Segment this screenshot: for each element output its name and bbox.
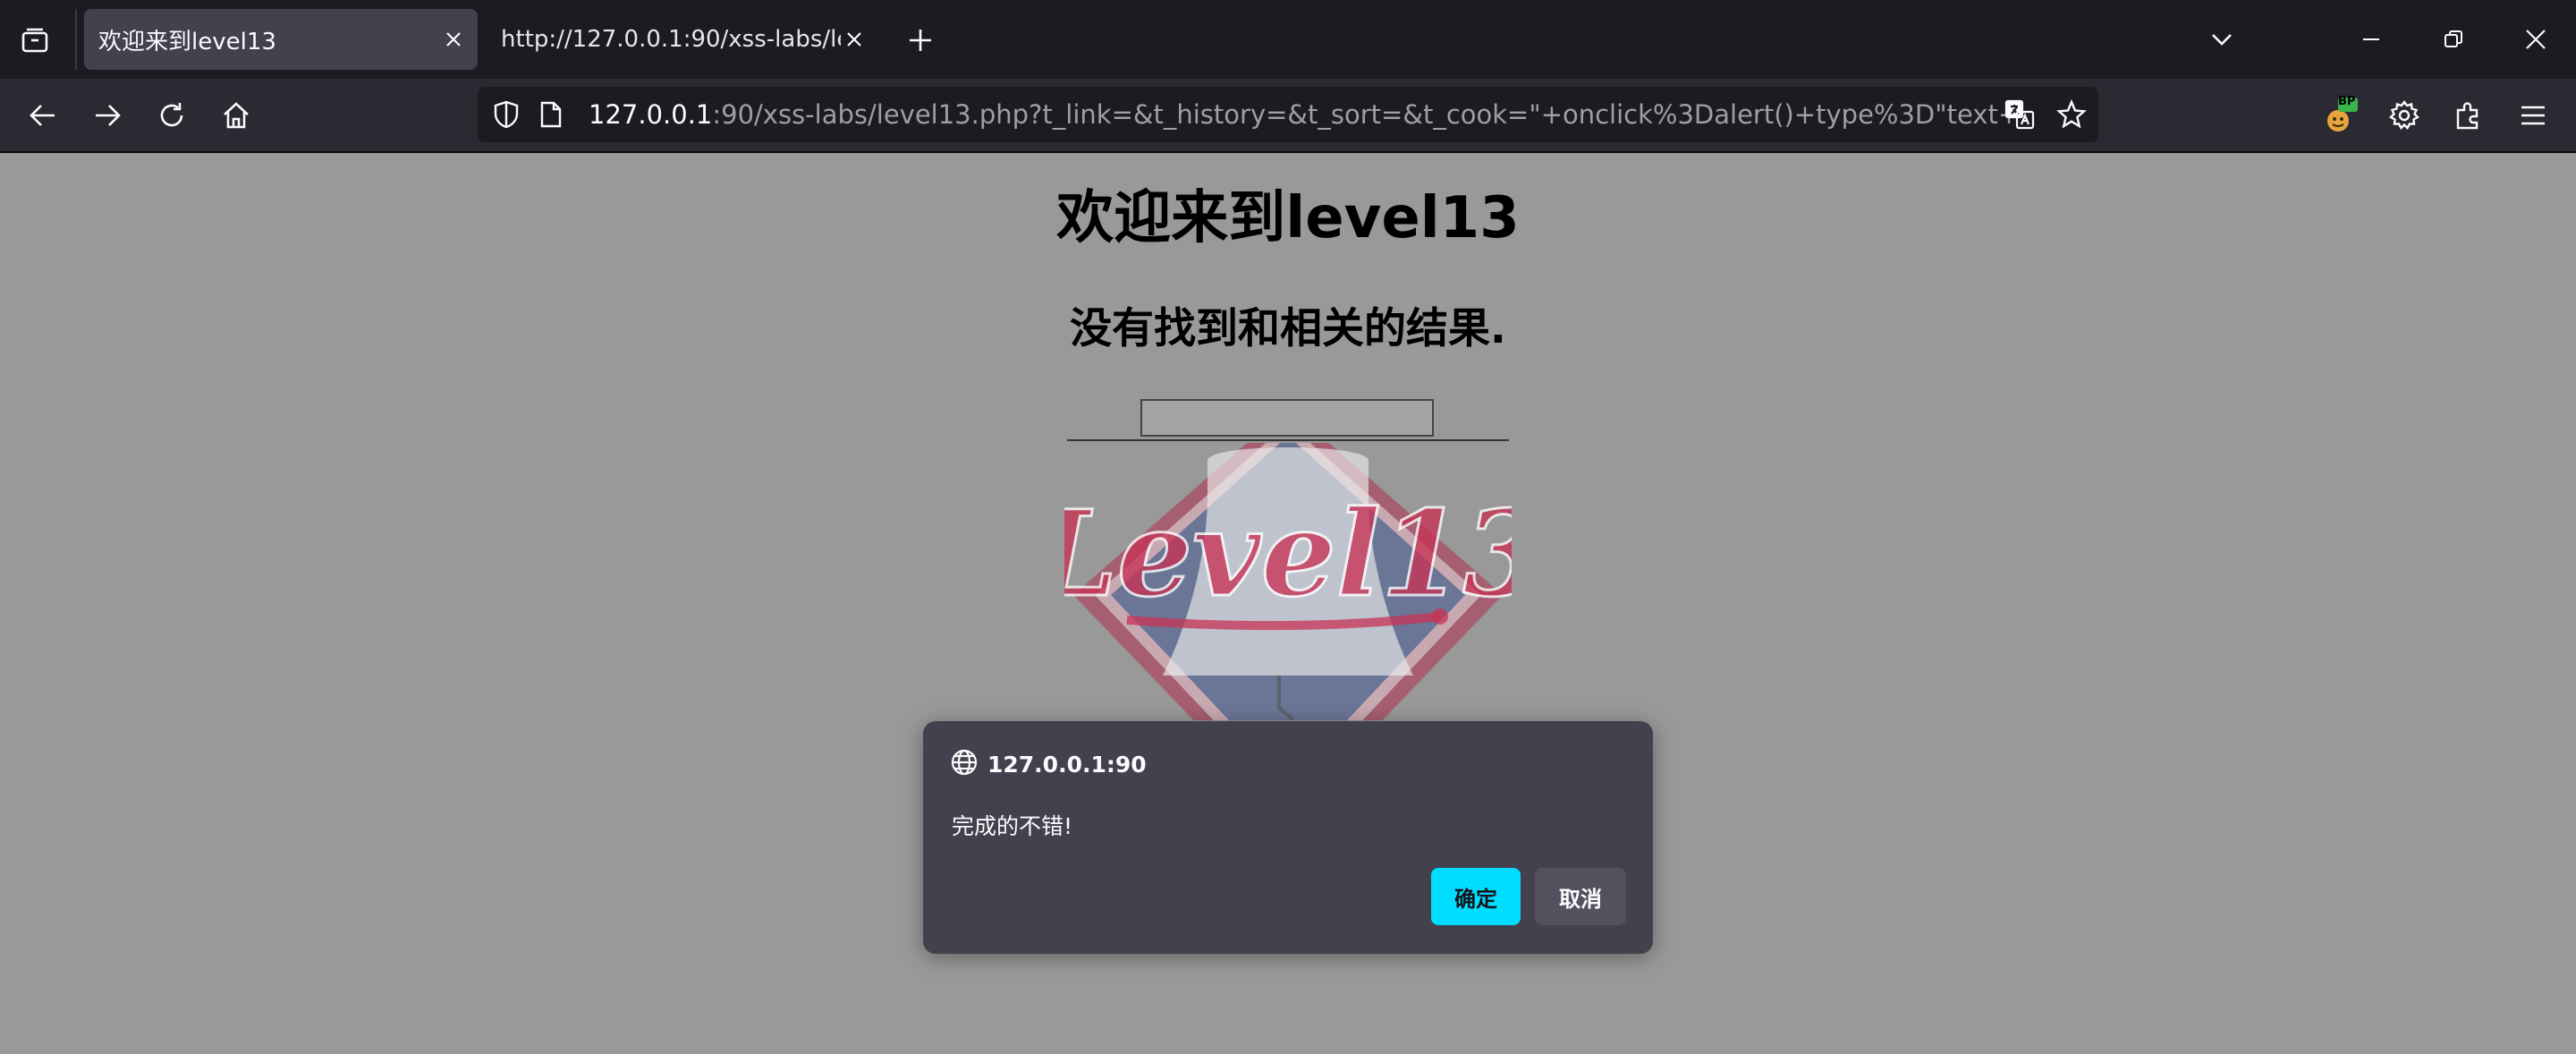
close-icon[interactable] (440, 26, 467, 53)
plus-icon[interactable] (903, 23, 937, 57)
globe-icon (950, 748, 979, 780)
puzzle-icon[interactable] (2447, 94, 2490, 137)
restore-icon[interactable] (2431, 18, 2476, 61)
url-text[interactable]: 127.0.0.1:90/xss-labs/level13.php?t_link… (589, 87, 2020, 142)
tab-strip: 欢迎来到level13 http://127.0.0.1:90/xss-labs… (0, 0, 2576, 79)
star-icon[interactable] (2054, 97, 2089, 132)
chevron-down-icon[interactable] (2204, 21, 2240, 57)
address-bar[interactable]: 127.0.0.1:90/xss-labs/level13.php?t_link… (478, 87, 2098, 142)
result-text: 没有找到和相关的结果. (1070, 304, 1506, 353)
search-input[interactable] (1140, 399, 1434, 437)
tab-separator (75, 9, 77, 70)
dialog-origin-row: 127.0.0.1:90 (950, 748, 1147, 780)
alert-dialog: 127.0.0.1:90 完成的不错! 确定 取消 (923, 721, 1653, 954)
close-icon[interactable] (841, 26, 868, 53)
gear-icon[interactable] (2383, 94, 2426, 137)
tab-title: http://127.0.0.1:90/xss-labs/level (501, 26, 841, 53)
menu-icon[interactable] (2512, 94, 2555, 137)
page-icon[interactable] (533, 97, 569, 132)
firefox-view-icon[interactable] (16, 21, 54, 59)
home-icon[interactable] (215, 94, 258, 137)
url-path: :90/xss-labs/level13.php?t_link=&t_histo… (712, 99, 2021, 130)
shield-icon[interactable] (488, 97, 524, 132)
logo-text: Level13 (1064, 485, 1512, 624)
tab-url[interactable]: http://127.0.0.1:90/xss-labs/level (488, 9, 878, 70)
extension-badge: BP (2338, 95, 2356, 108)
level-logo-image: Level13 (1064, 443, 1512, 720)
reload-icon[interactable] (150, 94, 193, 137)
ok-button[interactable]: 确定 (1431, 868, 1521, 925)
translate-icon[interactable] (2002, 97, 2038, 132)
forward-arrow-icon[interactable] (86, 94, 129, 137)
window-close-icon[interactable] (2513, 18, 2558, 61)
dialog-origin: 127.0.0.1:90 (987, 751, 1147, 778)
burp-extension-icon[interactable]: BP (2318, 94, 2361, 137)
minimize-icon[interactable] (2349, 18, 2394, 61)
navigation-toolbar: 127.0.0.1:90/xss-labs/level13.php?t_link… (0, 79, 2576, 153)
back-arrow-icon[interactable] (21, 94, 64, 137)
url-host: 127.0.0.1 (589, 99, 713, 130)
cancel-button[interactable]: 取消 (1535, 868, 1626, 925)
form-divider (1067, 439, 1509, 441)
tab-level13[interactable]: 欢迎来到level13 (84, 9, 478, 70)
page-title: 欢迎来到level13 (1056, 185, 1520, 251)
dialog-message: 完成的不错! (952, 813, 1073, 839)
tab-title: 欢迎来到level13 (98, 28, 276, 55)
